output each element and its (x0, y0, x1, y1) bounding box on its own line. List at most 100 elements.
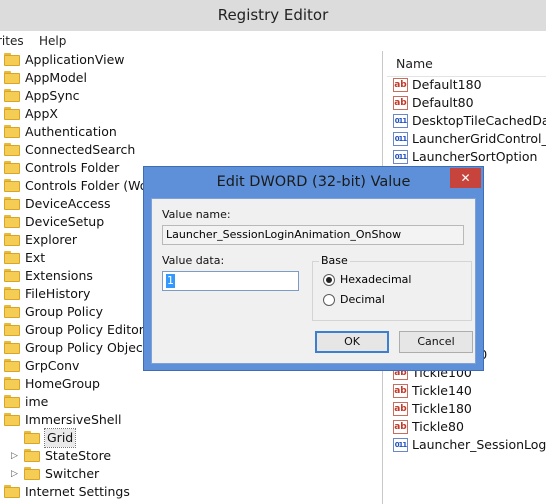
value-name: Tickle80 (412, 419, 464, 434)
tree-item-label: DeviceAccess (25, 196, 111, 211)
folder-icon (4, 125, 20, 138)
tree-item[interactable]: Authentication (0, 123, 383, 141)
folder-icon (4, 197, 20, 210)
tree-item[interactable]: AppSync (0, 87, 383, 105)
folder-icon (4, 71, 20, 84)
close-icon: ✕ (460, 171, 471, 185)
value-name: DesktopTileCachedData (412, 113, 546, 128)
tree-item-label: GrpConv (25, 358, 80, 373)
value-data-label: Value data: (162, 254, 225, 267)
folder-icon (24, 467, 40, 480)
value-row[interactable]: 011 Launcher_SessionLogin... (393, 436, 546, 454)
tree-item[interactable]: ConnectedSearch (0, 141, 383, 159)
tree-item-label: Ext (25, 250, 46, 265)
value-name: Default80 (412, 95, 474, 110)
folder-icon (4, 305, 20, 318)
menu-favorites[interactable]: rites (0, 32, 24, 50)
folder-icon (4, 413, 20, 426)
edit-dword-dialog: Edit DWORD (32-bit) Value ✕ Value name: … (143, 166, 484, 371)
hexadecimal-radio[interactable]: Hexadecimal (323, 272, 443, 288)
binary-value-icon: 011 (393, 438, 408, 452)
tree-item-label: ConnectedSearch (25, 142, 136, 157)
value-row[interactable]: ab Tickle140 (393, 382, 546, 400)
value-row[interactable]: 011 LauncherSortOption (393, 148, 546, 166)
radio-hex-indicator (323, 274, 335, 286)
value-row[interactable]: ab Tickle80 (393, 418, 546, 436)
folder-icon (4, 107, 20, 120)
value-name: Tickle140 (412, 383, 472, 398)
folder-icon (24, 449, 40, 462)
value-row[interactable]: ab Default80 (393, 94, 546, 112)
name-column-label: Name (396, 56, 433, 71)
value-name: Tickle180 (412, 401, 472, 416)
tree-item[interactable]: ▷ Switcher (0, 465, 383, 483)
title-bar: Registry Editor (0, 0, 546, 31)
tree-item-label: FileHistory (25, 286, 91, 301)
tree-item-label: ime (25, 394, 49, 409)
base-group-label: Base (319, 254, 350, 267)
value-row[interactable]: 011 DesktopTileCachedData (393, 112, 546, 130)
tree-item[interactable]: HomeGroup (0, 375, 383, 393)
menu-help[interactable]: Help (39, 32, 66, 50)
expand-arrow-icon[interactable]: ▷ (11, 468, 21, 480)
name-column-header[interactable]: Name (387, 51, 546, 77)
value-name: Default180 (412, 77, 482, 92)
tree-item-label: Extensions (25, 268, 93, 283)
value-name: LauncherSortOption (412, 149, 538, 164)
decimal-radio[interactable]: Decimal (323, 292, 443, 308)
ok-button[interactable]: OK (315, 331, 389, 353)
tree-item-label: ApplicationView (25, 52, 125, 67)
folder-icon (4, 215, 20, 228)
folder-icon (4, 179, 20, 192)
string-value-icon: ab (393, 96, 408, 110)
close-button[interactable]: ✕ (450, 168, 481, 188)
cancel-button[interactable]: Cancel (399, 331, 473, 353)
tree-item-label: AppModel (25, 70, 87, 85)
folder-icon (24, 431, 40, 444)
value-name: Launcher_SessionLogin... (412, 437, 546, 452)
value-row[interactable]: ab Tickle180 (393, 400, 546, 418)
folder-icon (4, 143, 20, 156)
folder-icon (4, 377, 20, 390)
folder-icon (4, 341, 20, 354)
tree-item[interactable]: ime (0, 393, 383, 411)
tree-item-label: AppSync (25, 88, 80, 103)
hexadecimal-label: Hexadecimal (340, 273, 412, 286)
value-row[interactable]: 011 LauncherGridControl_... (393, 130, 546, 148)
tree-item-label: Grid (43, 428, 77, 448)
tree-item-label: Internet Settings (25, 484, 130, 499)
tree-item-label: Controls Folder (25, 160, 120, 175)
dialog-title: Edit DWORD (32-bit) Value (216, 174, 411, 190)
value-data-input[interactable]: 1 (162, 271, 299, 291)
folder-icon (4, 323, 20, 336)
base-group: Base Hexadecimal Decimal (312, 254, 472, 321)
folder-icon (4, 161, 20, 174)
value-name-label: Value name: (162, 208, 231, 221)
string-value-icon: ab (393, 402, 408, 416)
tree-item[interactable]: AppX (0, 105, 383, 123)
tree-item-label: Explorer (25, 232, 78, 247)
folder-icon (4, 359, 20, 372)
dialog-body: Value name: Launcher_SessionLoginAnimati… (151, 198, 476, 364)
expand-arrow-icon[interactable]: ▷ (11, 450, 21, 462)
folder-icon (4, 485, 20, 498)
binary-value-icon: 011 (393, 132, 408, 146)
value-row[interactable]: ab Default180 (393, 76, 546, 94)
tree-item[interactable]: ApplicationView (0, 51, 383, 69)
window-title: Registry Editor (217, 6, 329, 24)
string-value-icon: ab (393, 78, 408, 92)
folder-icon (4, 251, 20, 264)
tree-item[interactable]: ImmersiveShell (0, 411, 383, 429)
tree-item[interactable]: Grid (0, 428, 383, 448)
value-data-text: 1 (166, 274, 175, 288)
binary-value-icon: 011 (393, 150, 408, 164)
tree-item-label: HomeGroup (25, 376, 100, 391)
tree-item[interactable]: ▷ StateStore (0, 447, 383, 465)
tree-item-label: Switcher (45, 466, 100, 481)
tree-item[interactable]: Internet Settings (0, 483, 383, 501)
folder-icon (4, 89, 20, 102)
folder-icon (4, 233, 20, 246)
tree-item-label: Group Policy (25, 304, 103, 319)
tree-item[interactable]: AppModel (0, 69, 383, 87)
binary-value-icon: 011 (393, 114, 408, 128)
